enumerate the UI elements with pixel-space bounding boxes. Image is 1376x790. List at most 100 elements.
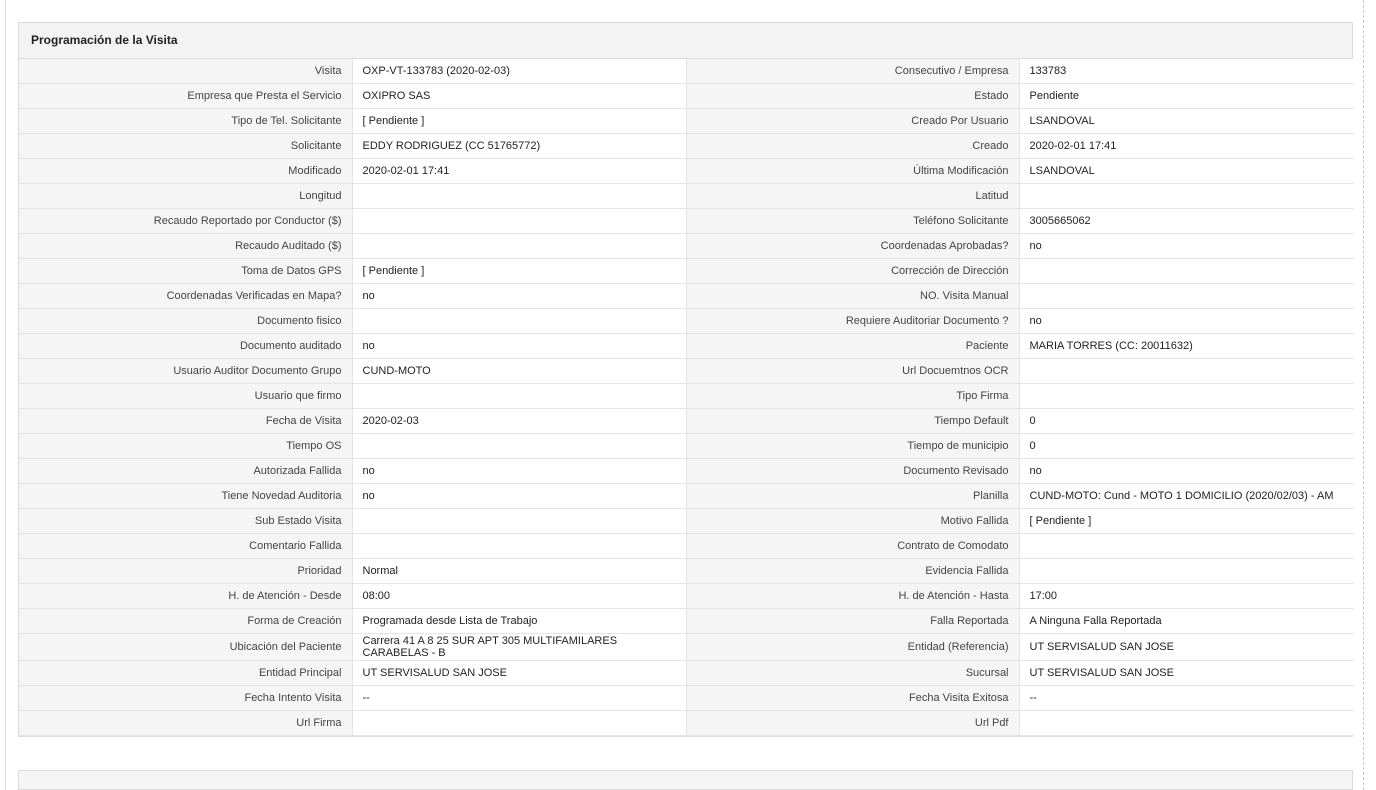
field-label: Última Modificación	[685, 158, 1020, 184]
table-row: Visita OXP-VT-133783 (2020-02-03) Consecut…	[19, 59, 1354, 84]
field-value: UT SERVISALUD SAN JOSE	[1018, 660, 1354, 686]
field-label: Fecha Visita Exitosa	[685, 685, 1020, 711]
table-row: Coordenadas Verificadas en Mapa? no NO. V…	[19, 283, 1354, 309]
field-value: [ Pendiente ]	[1018, 508, 1354, 534]
field-label: Documento fisico	[19, 308, 353, 334]
field-label: Documento auditado	[19, 333, 353, 359]
field-value	[1018, 558, 1354, 584]
field-value: 3005665062	[1018, 208, 1354, 234]
table-row: Comentario Fallida Contrato de Comodato	[19, 533, 1354, 559]
field-label: Longitud	[19, 183, 353, 209]
field-value	[351, 208, 687, 234]
field-value: no	[1018, 458, 1354, 484]
table-row: Recaudo Auditado ($) Coordenadas Aprobada…	[19, 233, 1354, 259]
field-value: 2020-02-03	[351, 408, 687, 434]
field-label: Usuario Auditor Documento Grupo	[19, 358, 353, 384]
field-value: 133783	[1018, 59, 1354, 84]
visit-details-table: Visita OXP-VT-133783 (2020-02-03) Consecut…	[19, 59, 1354, 736]
field-value: UT SERVISALUD SAN JOSE	[351, 660, 687, 686]
field-label: Fecha Intento Visita	[19, 685, 353, 711]
field-label: Forma de Creación	[19, 608, 353, 634]
field-value: EDDY RODRIGUEZ (CC 51765772)	[351, 133, 687, 159]
field-value: A Ninguna Falla Reportada	[1018, 608, 1354, 634]
field-value: Normal	[351, 558, 687, 584]
table-row: Forma de Creación Programada desde Lista …	[19, 608, 1354, 634]
field-value: OXP-VT-133783 (2020-02-03)	[351, 59, 687, 84]
field-label: Consecutivo / Empresa	[685, 59, 1020, 84]
field-value: 17:00	[1018, 583, 1354, 609]
field-value	[351, 308, 687, 334]
field-label: Evidencia Fallida	[685, 558, 1020, 584]
field-value	[351, 383, 687, 409]
field-label: Tiempo OS	[19, 433, 353, 459]
field-value	[1018, 283, 1354, 309]
field-value: 0	[1018, 433, 1354, 459]
field-label: Latitud	[685, 183, 1020, 209]
field-value	[351, 183, 687, 209]
table-row: Fecha de Visita 2020-02-03 Tiempo Default…	[19, 408, 1354, 434]
table-row: Autorizada Fallida no Documento Revisado …	[19, 458, 1354, 484]
field-value	[1018, 258, 1354, 284]
field-value	[1018, 533, 1354, 559]
field-value: 08:00	[351, 583, 687, 609]
table-row: Tiene Novedad Auditoria no Planilla CUND-M…	[19, 483, 1354, 509]
field-label: NO. Visita Manual	[685, 283, 1020, 309]
field-label: H. de Atención - Hasta	[685, 583, 1020, 609]
table-row: Tipo de Tel. Solicitante[ Pendiente ] Cre…	[19, 108, 1354, 134]
field-value: no	[1018, 233, 1354, 259]
table-row: Modificado 2020-02-01 17:41 Última Modific…	[19, 158, 1354, 184]
field-label: Entidad (Referencia)	[685, 633, 1020, 661]
field-label: Paciente	[685, 333, 1020, 359]
panel-title: Programación de la Visita	[19, 23, 1352, 59]
field-label: Estado	[685, 83, 1020, 109]
field-label: H. de Atención - Desde	[19, 583, 353, 609]
field-label: Url Docuemtnos OCR	[685, 358, 1020, 384]
field-label: Comentario Fallida	[19, 533, 353, 559]
field-value: no	[351, 458, 687, 484]
field-label: Solicitante	[19, 133, 353, 159]
table-row: Documento fisico Requiere Auditoriar Docu…	[19, 308, 1354, 334]
field-label: Tiempo Default	[685, 408, 1020, 434]
table-row: H. de Atención - Desde 08:00 H. de Atenció…	[19, 583, 1354, 609]
field-label: Planilla	[685, 483, 1020, 509]
field-value: 2020-02-01 17:41	[351, 158, 687, 184]
field-value	[351, 533, 687, 559]
field-value: 0	[1018, 408, 1354, 434]
field-value	[1018, 383, 1354, 409]
table-row: Tiempo OS Tiempo de municipio 0	[19, 433, 1354, 459]
field-label: Visita	[19, 59, 353, 84]
field-value: LSANDOVAL	[1018, 108, 1354, 134]
next-panel	[18, 770, 1353, 790]
table-row: Recaudo Reportado por Conductor ($) Teléf…	[19, 208, 1354, 234]
field-label: Corrección de Dirección	[685, 258, 1020, 284]
field-value: LSANDOVAL	[1018, 158, 1354, 184]
field-label: Url Firma	[19, 710, 353, 736]
field-label: Modificado	[19, 158, 353, 184]
field-label: Creado	[685, 133, 1020, 159]
field-label: Fecha de Visita	[19, 408, 353, 434]
field-value	[351, 710, 687, 736]
visit-schedule-panel: Programación de la Visita Visita OXP-VT-1…	[18, 22, 1354, 737]
table-row: Longitud Latitud	[19, 183, 1354, 209]
field-value: [ Pendiente ]	[351, 258, 687, 284]
field-value: Pendiente	[1018, 83, 1354, 109]
table-row: Empresa que Presta el Servicio OXIPRO SAS…	[19, 83, 1354, 109]
field-label: Recaudo Auditado ($)	[19, 233, 353, 259]
field-label: Toma de Datos GPS	[19, 258, 353, 284]
field-value: no	[351, 483, 687, 509]
field-label: Sucursal	[685, 660, 1020, 686]
field-label: Tiene Novedad Auditoria	[19, 483, 353, 509]
field-value: OXIPRO SAS	[351, 83, 687, 109]
field-value: --	[1018, 685, 1354, 711]
field-label: Autorizada Fallida	[19, 458, 353, 484]
field-label: Sub Estado Visita	[19, 508, 353, 534]
field-label: Tipo Firma	[685, 383, 1020, 409]
table-row: Toma de Datos GPS[ Pendiente ] Corrección…	[19, 258, 1354, 284]
field-value	[351, 433, 687, 459]
field-value: --	[351, 685, 687, 711]
field-value	[1018, 183, 1354, 209]
field-value: UT SERVISALUD SAN JOSE	[1018, 633, 1354, 661]
table-row: Ubicación del Paciente Carrera 41 A 8 25 …	[19, 633, 1354, 661]
field-value	[1018, 710, 1354, 736]
field-label: Prioridad	[19, 558, 353, 584]
